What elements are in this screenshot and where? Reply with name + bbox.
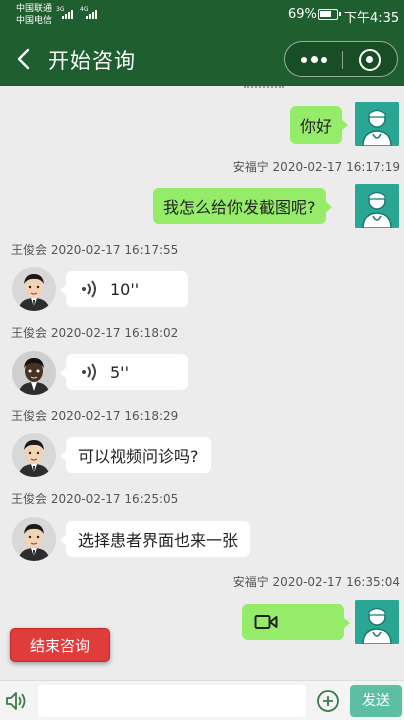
doctor-avatar[interactable] xyxy=(12,517,56,561)
message-bubble-self[interactable]: 我怎么给你发截图呢? xyxy=(153,188,331,224)
signal-icon xyxy=(62,10,73,19)
battery-percent: 69% xyxy=(288,7,317,22)
mini-program-capsule xyxy=(284,41,398,77)
message-text: 你好 xyxy=(300,117,333,136)
doctor-avatar[interactable] xyxy=(12,267,56,311)
message-text: 我怎么给你发截图呢? xyxy=(163,198,316,217)
more-dots-icon[interactable] xyxy=(301,55,327,65)
message-meta: 王俊会 2020-02-17 16:18:29 xyxy=(11,409,179,423)
message-meta: 王俊会 2020-02-17 16:25:05 xyxy=(11,492,179,506)
message-bubble-other[interactable]: 可以视频问诊吗? xyxy=(60,437,211,473)
message-meta: 安福宁 2020-02-17 16:17:19 xyxy=(232,160,400,174)
user-avatar[interactable] xyxy=(355,600,399,644)
status-bar: 中国联通 中国电信 3G 4G 69% 下午4:35 xyxy=(0,0,404,32)
doctor-avatar[interactable] xyxy=(12,351,56,395)
capsule-divider xyxy=(342,51,343,69)
voice-duration: 10'' xyxy=(110,279,140,299)
plus-circle-icon[interactable] xyxy=(316,689,340,713)
carrier-2: 中国电信 xyxy=(16,16,53,26)
message-text: 选择患者界面也来一张 xyxy=(78,531,239,550)
cut-off-timestamp xyxy=(244,86,284,88)
send-button[interactable]: 发送 xyxy=(350,685,402,717)
mini-program-close-icon[interactable] xyxy=(359,49,381,71)
page-title: 开始咨询 xyxy=(48,49,136,73)
voice-duration: 5'' xyxy=(110,362,129,382)
chevron-left-icon[interactable] xyxy=(14,48,36,70)
voice-message[interactable]: 10'' xyxy=(60,271,188,307)
message-bubble-other[interactable]: 选择患者界面也来一张 xyxy=(59,521,251,557)
message-meta: 王俊会 2020-02-17 16:18:02 xyxy=(11,326,179,340)
message-input[interactable] xyxy=(38,685,306,717)
chat-area[interactable]: 你好 安福宁 2020-02-17 16:17:19 我怎么给你发截图呢? 王俊… xyxy=(0,86,404,666)
video-call-icon xyxy=(254,615,278,629)
user-avatar[interactable] xyxy=(355,102,399,146)
message-meta: 王俊会 2020-02-17 16:17:55 xyxy=(11,243,179,257)
voice-message[interactable]: 5'' xyxy=(60,354,188,390)
end-consultation-button[interactable]: 结束咨询 xyxy=(10,628,110,662)
voice-wave-icon xyxy=(78,361,100,383)
speaker-icon[interactable] xyxy=(4,689,28,713)
nav-header: 开始咨询 xyxy=(0,32,404,86)
carrier-1: 中国联通 xyxy=(16,4,53,14)
user-avatar[interactable] xyxy=(355,184,399,228)
battery-icon xyxy=(318,9,341,20)
signal-icon xyxy=(86,10,97,19)
doctor-avatar[interactable] xyxy=(12,433,56,477)
carrier-labels: 中国联通 中国电信 xyxy=(16,3,52,27)
message-meta: 安福宁 2020-02-17 16:35:04 xyxy=(232,575,400,589)
message-bubble-self[interactable]: 你好 xyxy=(290,106,349,144)
status-clock: 下午4:35 xyxy=(344,11,400,26)
input-bar: 发送 xyxy=(0,680,404,720)
voice-wave-icon xyxy=(78,278,100,300)
message-text: 可以视频问诊吗? xyxy=(78,447,199,466)
video-call-message[interactable] xyxy=(242,604,350,640)
